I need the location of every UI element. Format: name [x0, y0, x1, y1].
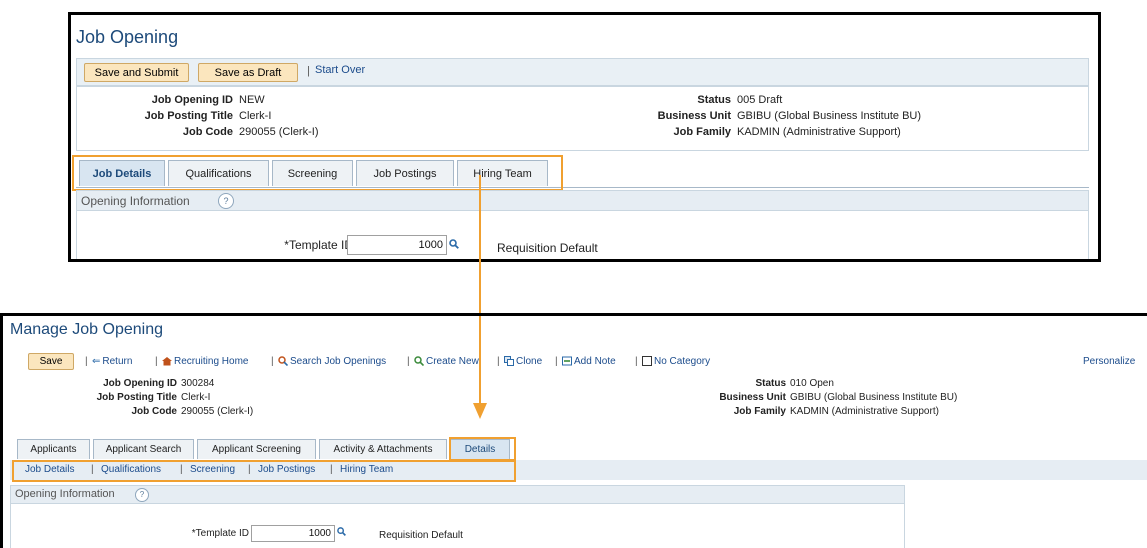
- lookup-icon[interactable]: [449, 239, 459, 249]
- toolbar-separator: |: [155, 356, 158, 367]
- job-code-value: 290055 (Clerk-I): [239, 126, 319, 138]
- toolbar-separator: |: [635, 356, 638, 367]
- clone-icon: [504, 356, 514, 367]
- job-posting-title-label: Job Posting Title: [144, 110, 233, 122]
- panel-border-top: [0, 313, 1147, 316]
- lookup-icon[interactable]: [337, 527, 346, 536]
- opening-information-header: Opening Information ?: [10, 485, 905, 504]
- template-description: Requisition Default: [497, 241, 598, 255]
- search-icon: [278, 356, 288, 367]
- template-id-input[interactable]: 1000: [251, 525, 335, 542]
- job-family-label: Job Family: [733, 406, 786, 417]
- return-arrow-icon: ⇐: [92, 356, 101, 368]
- toolbar-separator: |: [497, 356, 500, 367]
- status-label: Status: [755, 378, 786, 389]
- toolbar-separator: |: [85, 356, 88, 367]
- no-category-link[interactable]: No Category: [642, 356, 710, 367]
- status-value: 005 Draft: [737, 94, 783, 106]
- job-posting-title-value: Clerk-I: [239, 110, 272, 122]
- job-family-value: KADMIN (Administrative Support): [737, 126, 901, 138]
- job-opening-id-label: Job Opening ID: [151, 94, 233, 106]
- return-link[interactable]: ⇐ Return: [92, 356, 132, 367]
- highlight-subnav: [12, 460, 516, 482]
- status-value: 010 Open: [790, 378, 834, 389]
- job-opening-panel: Job Opening Save and Submit Save as Draf…: [68, 12, 1101, 262]
- toolbar-separator: |: [307, 65, 310, 77]
- clone-link[interactable]: Clone: [504, 356, 542, 367]
- toolbar: Save and Submit Save as Draft | Start Ov…: [76, 58, 1089, 86]
- create-new-icon: [414, 356, 424, 367]
- status-label: Status: [697, 94, 731, 106]
- toolbar-separator: |: [407, 356, 410, 367]
- save-as-draft-button[interactable]: Save as Draft: [198, 63, 298, 82]
- create-new-link[interactable]: Create New: [414, 356, 479, 367]
- start-over-link[interactable]: Start Over: [315, 64, 365, 76]
- job-code-label: Job Code: [131, 406, 177, 417]
- manage-job-opening-panel: Manage Job Opening Save | ⇐ Return | Recr…: [0, 313, 1147, 548]
- tab-activity-attachments[interactable]: Activity & Attachments: [319, 439, 447, 459]
- add-note-icon: [562, 356, 572, 366]
- job-opening-id-value: 300284: [181, 378, 215, 389]
- business-unit-value: GBIBU (Global Business Institute BU): [737, 110, 922, 122]
- job-code-label: Job Code: [182, 126, 233, 138]
- toolbar-separator: |: [555, 356, 558, 367]
- business-unit-label: Business Unit: [719, 392, 786, 403]
- help-icon[interactable]: ?: [135, 488, 149, 502]
- page-title: Job Opening: [76, 27, 179, 47]
- business-unit-value: GBIBU (Global Business Institute BU): [790, 392, 958, 403]
- search-job-openings-link[interactable]: Search Job Openings: [278, 356, 386, 367]
- job-opening-summary: Job Opening ID 300284 Job Posting Title …: [10, 376, 1110, 426]
- save-and-submit-button[interactable]: Save and Submit: [84, 63, 189, 82]
- help-icon[interactable]: ?: [218, 193, 234, 209]
- template-description: Requisition Default: [379, 530, 463, 541]
- job-family-label: Job Family: [673, 126, 731, 138]
- tab-applicant-screening[interactable]: Applicant Screening: [197, 439, 316, 459]
- personalize-link[interactable]: Personalize: [1083, 356, 1135, 367]
- job-posting-title-value: Clerk-I: [181, 392, 211, 403]
- business-unit-label: Business Unit: [657, 110, 731, 122]
- opening-information-body: *Template ID 1000 Requisition Default: [76, 211, 1089, 259]
- job-opening-summary: Job Opening ID NEW Job Posting Title Cle…: [76, 86, 1089, 151]
- job-family-value: KADMIN (Administrative Support): [790, 406, 939, 417]
- job-code-value: 290055 (Clerk-I): [181, 406, 254, 417]
- section-title: Opening Information: [81, 194, 190, 208]
- toolbar: Save | ⇐ Return | Recruiting Home | Searc…: [10, 353, 1147, 371]
- job-opening-id-value: NEW: [239, 94, 265, 106]
- highlight-details-tab: [449, 437, 516, 461]
- add-note-link[interactable]: Add Note: [562, 356, 616, 367]
- section-title: Opening Information: [15, 488, 115, 500]
- template-id-input[interactable]: 1000: [347, 235, 447, 255]
- checkbox-icon: [642, 356, 652, 367]
- job-opening-id-label: Job Opening ID: [103, 378, 177, 389]
- opening-information-body: *Template ID 1000 Requisition Default: [10, 504, 905, 548]
- recruiting-home-link[interactable]: Recruiting Home: [162, 356, 248, 367]
- tab-applicants[interactable]: Applicants: [17, 439, 90, 459]
- template-id-label: *Template ID: [284, 238, 353, 252]
- tab-applicant-search[interactable]: Applicant Search: [93, 439, 194, 459]
- job-posting-title-label: Job Posting Title: [96, 392, 177, 403]
- home-icon: [162, 357, 172, 366]
- save-button[interactable]: Save: [28, 353, 74, 370]
- template-id-label: *Template ID: [191, 528, 249, 539]
- panel-border-left: [0, 313, 3, 548]
- page-title: Manage Job Opening: [10, 321, 163, 338]
- toolbar-separator: |: [271, 356, 274, 367]
- opening-information-header: Opening Information ?: [76, 190, 1089, 211]
